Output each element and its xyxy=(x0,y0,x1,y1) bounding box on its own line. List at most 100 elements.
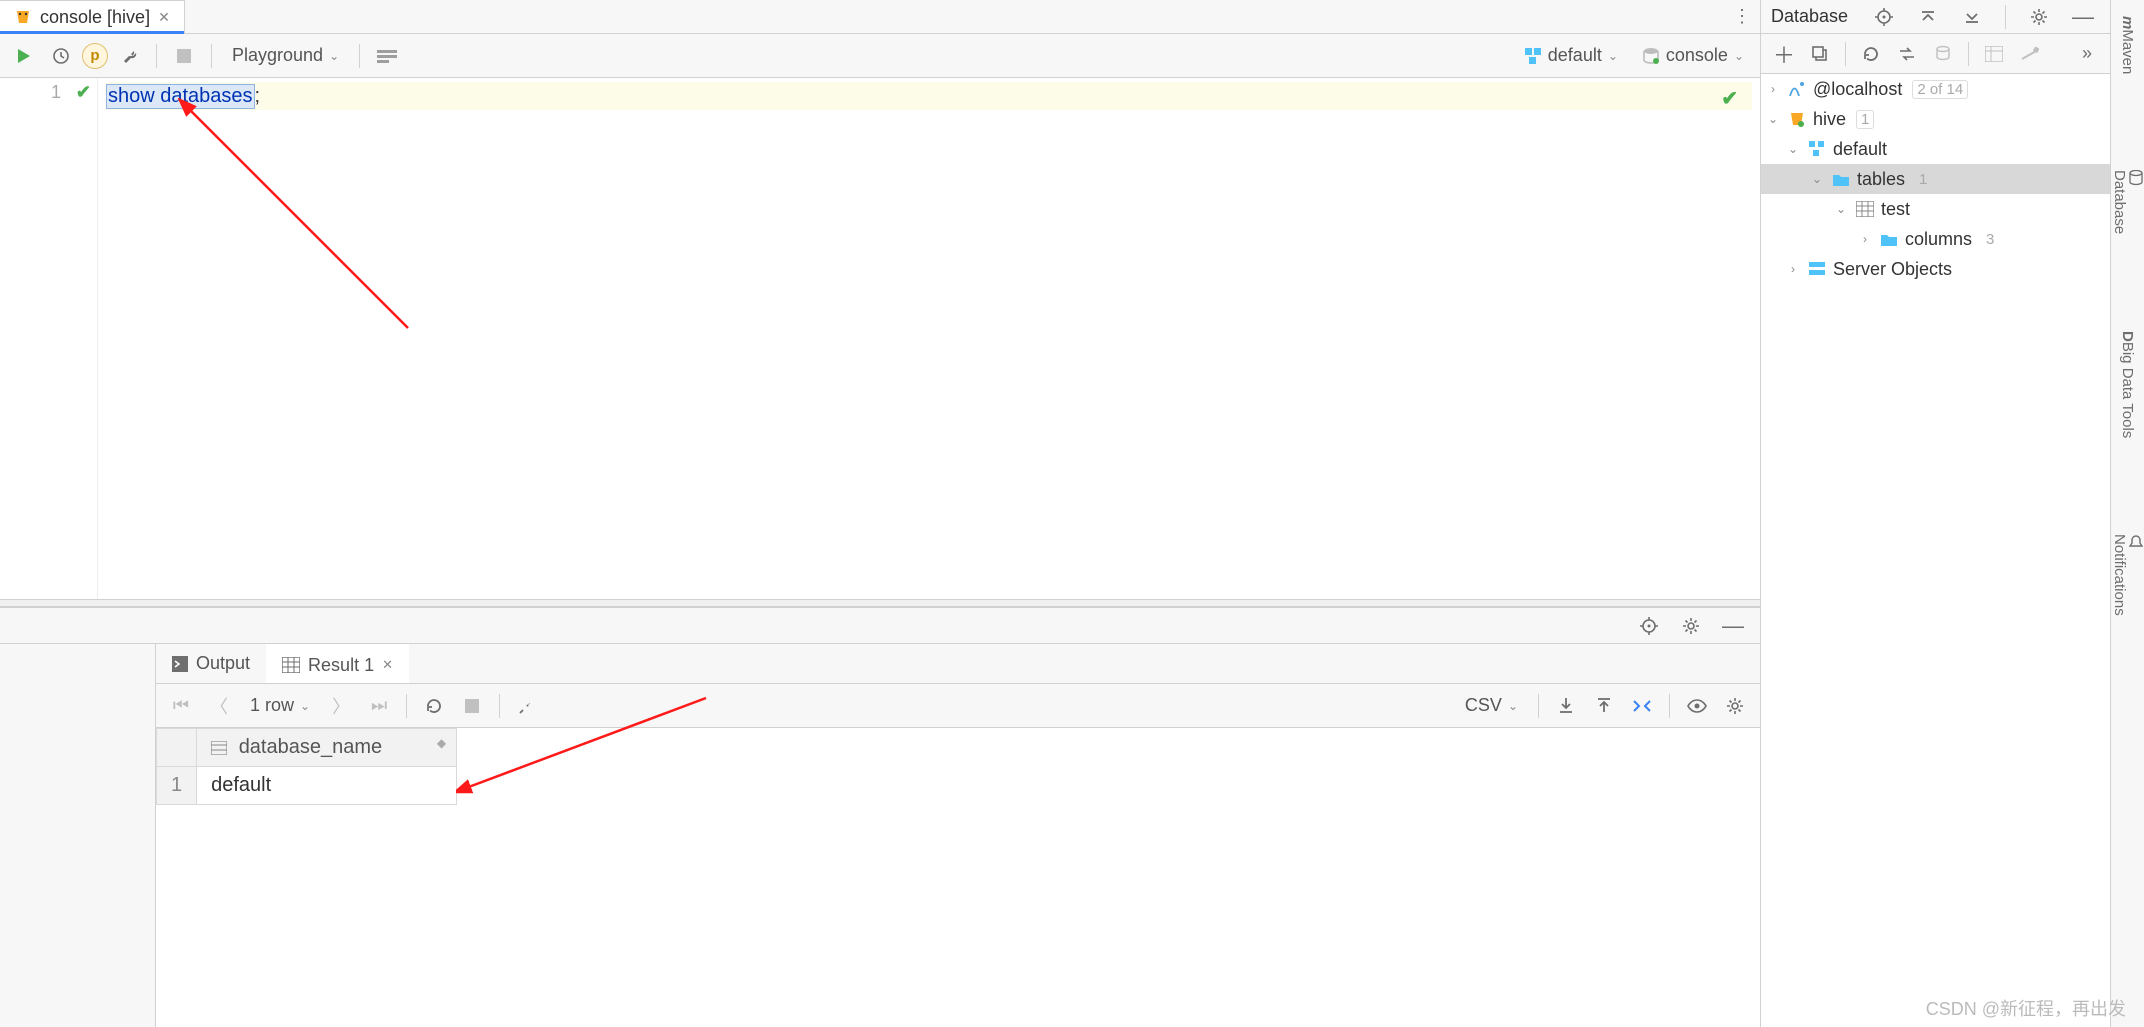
cell-value[interactable]: default xyxy=(197,767,457,805)
tree-node-tables[interactable]: ⌄ tables 1 xyxy=(1761,164,2110,194)
next-page-button: 〉 xyxy=(324,689,358,723)
right-tool-tabs: mMaven Database DBig Data Tools Notifica… xyxy=(2110,0,2144,1027)
add-button[interactable]: ＋ xyxy=(1767,37,1801,71)
chevron-down-icon: ⌄ xyxy=(1508,699,1518,713)
tree-node-hive[interactable]: ⌄ hive 1 xyxy=(1761,104,2110,134)
editor-tab-label: console [hive] xyxy=(40,7,150,28)
sql-editor[interactable]: 1 ✔ show databases ; ✔ xyxy=(0,78,1760,599)
tree-label: @localhost xyxy=(1813,79,1902,100)
side-tab-notifications[interactable]: Notifications xyxy=(2109,526,2144,624)
gear-icon[interactable] xyxy=(1718,689,1752,723)
database-toolbar: ＋ » xyxy=(1761,34,2110,74)
export-format-dropdown[interactable]: CSV ⌄ xyxy=(1455,689,1528,723)
code-text: ; xyxy=(255,85,261,108)
tree-node-columns[interactable]: › columns 3 xyxy=(1761,224,2110,254)
code-selection: show databases xyxy=(106,84,255,109)
reload-button[interactable] xyxy=(417,689,451,723)
horizontal-splitter[interactable] xyxy=(0,599,1760,607)
wrench-button[interactable] xyxy=(112,39,146,73)
row-count-label: 1 row xyxy=(250,695,294,716)
session-dropdown[interactable]: console ⌄ xyxy=(1632,39,1754,73)
database-panel: Database — ＋ xyxy=(1760,0,2110,1027)
editor-content[interactable]: show databases ; ✔ xyxy=(98,78,1760,599)
side-tab-database[interactable]: Database xyxy=(2109,162,2144,242)
export-down-button[interactable] xyxy=(1549,689,1583,723)
tree-label: Server Objects xyxy=(1833,259,1952,280)
gear-icon[interactable] xyxy=(2022,0,2056,34)
output-tab[interactable]: Output xyxy=(156,644,266,683)
session-icon xyxy=(1642,47,1660,65)
tree-node-server-objects[interactable]: › Server Objects xyxy=(1761,254,2110,284)
compare-button[interactable] xyxy=(1625,689,1659,723)
tree-label: hive xyxy=(1813,109,1846,130)
tab-overflow-button[interactable]: ⋮ xyxy=(1724,0,1760,33)
tree-label: test xyxy=(1881,199,1910,220)
tree-count: 2 of 14 xyxy=(1912,80,1968,99)
copy-button[interactable] xyxy=(1803,37,1837,71)
sync-button[interactable] xyxy=(1890,37,1924,71)
playground-dropdown[interactable]: Playground ⌄ xyxy=(222,39,349,73)
schema-icon xyxy=(1524,47,1542,65)
tree-count: 3 xyxy=(1982,231,1998,248)
tree-node-default[interactable]: ⌄ default xyxy=(1761,134,2110,164)
close-icon[interactable]: ✕ xyxy=(382,657,393,673)
history-button[interactable] xyxy=(44,39,78,73)
locate-button[interactable] xyxy=(1867,0,1901,34)
editor-tabbar: console [hive] ✕ ⋮ xyxy=(0,0,1760,34)
eye-button[interactable] xyxy=(1680,689,1714,723)
chevron-right-icon: › xyxy=(1785,262,1801,276)
collapse-up-button[interactable] xyxy=(1911,0,1945,34)
schema-label: default xyxy=(1548,45,1602,66)
row-number: 1 xyxy=(157,767,197,805)
export-format-label: CSV xyxy=(1465,695,1502,716)
result-tab-label: Result 1 xyxy=(308,655,374,676)
editor-tab-console[interactable]: console [hive] ✕ xyxy=(0,0,185,33)
stop-button xyxy=(455,689,489,723)
ddl-button xyxy=(2013,37,2047,71)
chevron-down-icon: ⌄ xyxy=(1809,172,1825,186)
tree-node-localhost[interactable]: › @localhost 2 of 14 xyxy=(1761,74,2110,104)
server-icon xyxy=(1807,259,1827,279)
check-icon: ✔ xyxy=(76,82,91,103)
column-header-database-name[interactable]: database_name ◆ xyxy=(197,729,457,767)
tree-node-test[interactable]: ⌄ test xyxy=(1761,194,2110,224)
database-panel-title: Database xyxy=(1771,6,1857,27)
playground-label: Playground xyxy=(232,45,323,66)
close-icon[interactable]: ✕ xyxy=(158,9,170,26)
locate-button[interactable] xyxy=(1632,609,1666,643)
row-count-dropdown[interactable]: 1 row ⌄ xyxy=(240,689,320,723)
table-row[interactable]: 1 default xyxy=(157,767,457,805)
minimize-button[interactable]: — xyxy=(2066,0,2100,34)
run-button[interactable] xyxy=(6,39,40,73)
table-icon xyxy=(282,657,300,673)
row-corner xyxy=(157,729,197,767)
chevron-down-icon: ⌄ xyxy=(1608,49,1618,63)
explain-plan-button[interactable] xyxy=(370,39,404,73)
side-tab-maven[interactable]: mMaven xyxy=(2117,8,2138,82)
gear-icon[interactable] xyxy=(1674,609,1708,643)
results-grid[interactable]: database_name ◆ 1 default xyxy=(156,728,1760,1027)
import-up-button[interactable] xyxy=(1587,689,1621,723)
refresh-button[interactable] xyxy=(1854,37,1888,71)
tree-count: 1 xyxy=(1856,110,1874,129)
side-tab-bigdata[interactable]: DBig Data Tools xyxy=(2117,323,2138,446)
chevron-down-icon: ⌄ xyxy=(1765,112,1781,126)
minimize-button[interactable]: — xyxy=(1716,609,1750,643)
pin-button[interactable] xyxy=(510,689,544,723)
database-tree[interactable]: › @localhost 2 of 14 ⌄ hive 1 ⌄ xyxy=(1761,74,2110,1027)
table-icon xyxy=(211,741,227,755)
rollback-button xyxy=(1926,37,1960,71)
chevron-right-icon: › xyxy=(1765,82,1781,96)
result-tab[interactable]: Result 1 ✕ xyxy=(266,644,409,683)
sort-icon[interactable]: ◆ xyxy=(437,736,446,750)
playground-p-button[interactable]: p xyxy=(82,43,108,69)
schema-dropdown[interactable]: default ⌄ xyxy=(1514,39,1628,73)
column-header-label: database_name xyxy=(239,736,382,758)
check-icon: ✔ xyxy=(1721,86,1738,111)
chevron-down-icon: ⌄ xyxy=(329,49,339,63)
hive-icon xyxy=(1787,109,1807,129)
expand-down-button[interactable] xyxy=(1955,0,1989,34)
prev-page-button: 〈 xyxy=(202,689,236,723)
more-button[interactable]: » xyxy=(2070,37,2104,71)
chevron-down-icon: ⌄ xyxy=(300,699,310,713)
